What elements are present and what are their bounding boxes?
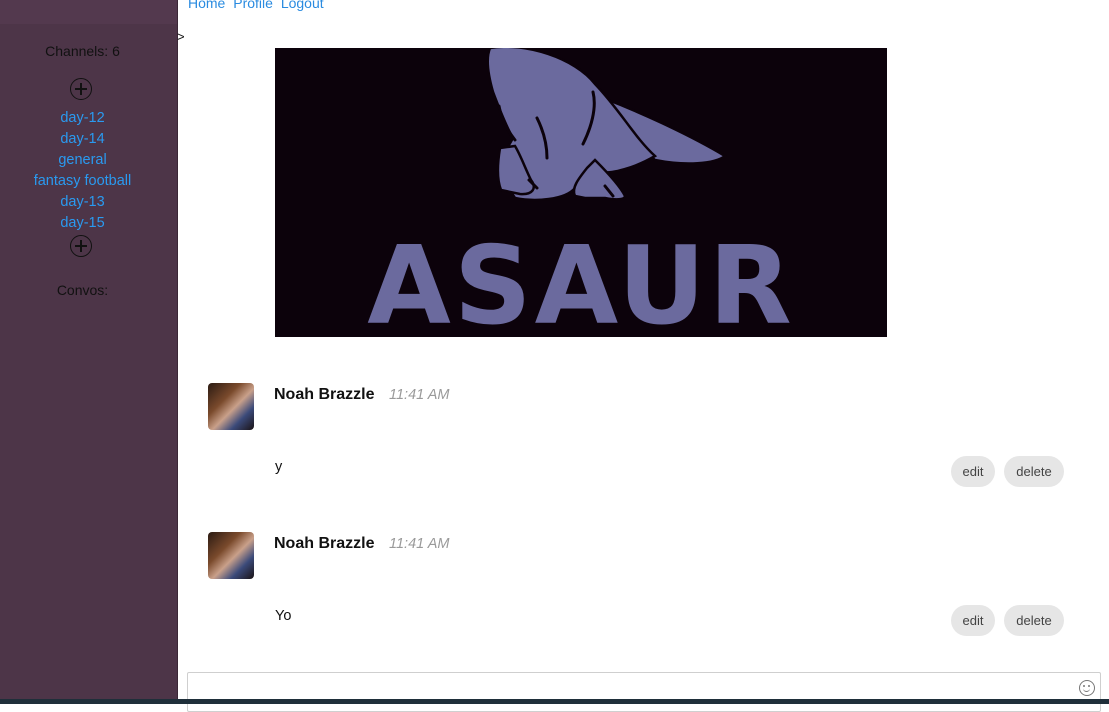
channel-link-general[interactable]: general (0, 150, 165, 171)
message-item: Noah Brazzle 11:41 AM y edit delete (208, 383, 1078, 503)
nav-home-link[interactable]: Home (188, 0, 225, 11)
message-input[interactable] (187, 672, 1101, 712)
message-timestamp: 11:41 AM (389, 536, 450, 552)
add-convo-icon[interactable] (70, 235, 92, 257)
add-channel-icon[interactable] (70, 78, 92, 100)
caret-marker: > (177, 29, 185, 44)
taskbar-strip (0, 699, 1109, 704)
channels-count-label: Channels: 6 (45, 43, 120, 59)
message-item: Noah Brazzle 11:41 AM Yo edit delete (208, 532, 1078, 652)
channel-link-day-15[interactable]: day-15 (0, 213, 165, 234)
message-author[interactable]: Noah Brazzle (274, 386, 374, 404)
delete-button[interactable]: delete (1004, 605, 1064, 636)
nav-logout-link[interactable]: Logout (281, 0, 324, 11)
delete-button[interactable]: delete (1004, 456, 1064, 487)
channel-link-day-12[interactable]: day-12 (0, 108, 165, 129)
top-nav: Home Profile Logout (188, 0, 328, 11)
message-text: y (275, 459, 283, 475)
asaur-banner-image: ASAUR (275, 48, 887, 337)
channel-link-day-14[interactable]: day-14 (0, 129, 165, 150)
message-timestamp: 11:41 AM (389, 387, 450, 403)
edit-button[interactable]: edit (951, 456, 995, 487)
sidebar: Channels: 6 day-12 day-14 general fantas… (0, 0, 178, 704)
avatar[interactable] (208, 383, 254, 430)
emoji-icon[interactable] (1079, 680, 1095, 696)
avatar[interactable] (208, 532, 254, 579)
banner-text: ASAUR (367, 224, 795, 337)
convos-label: Convos: (56, 282, 109, 298)
channel-link-day-13[interactable]: day-13 (0, 192, 165, 213)
sidebar-top-strip (0, 0, 177, 24)
dinosaur-illustration: ASAUR (367, 48, 795, 337)
message-author[interactable]: Noah Brazzle (274, 535, 374, 553)
channel-link-fantasy-football[interactable]: fantasy football (0, 171, 165, 192)
message-text: Yo (275, 608, 292, 624)
nav-profile-link[interactable]: Profile (233, 0, 273, 11)
edit-button[interactable]: edit (951, 605, 995, 636)
channel-list: day-12 day-14 general fantasy football d… (0, 108, 165, 234)
